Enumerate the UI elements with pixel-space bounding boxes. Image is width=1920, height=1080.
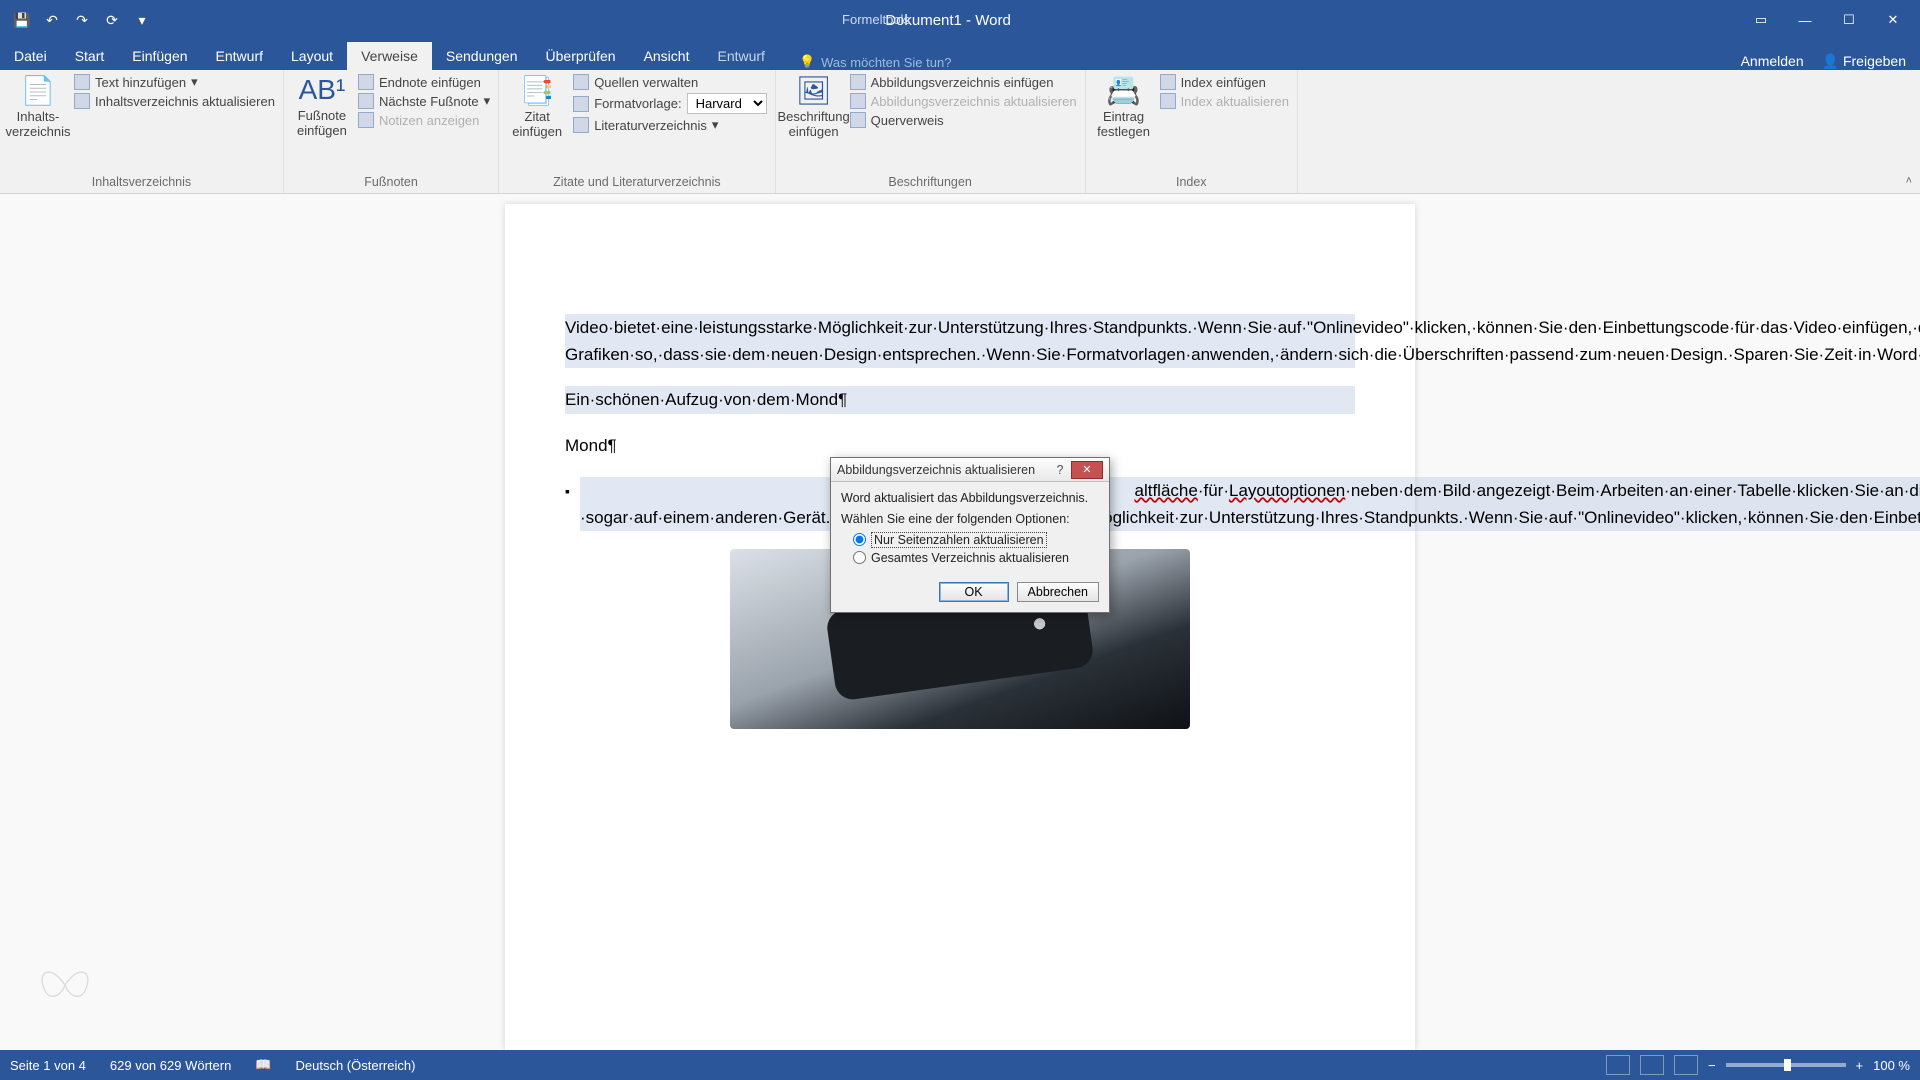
status-page[interactable]: Seite 1 von 4 [10,1058,86,1073]
dialog-body: Word aktualisiert das Abbildungsverzeich… [831,482,1109,576]
status-proofing-icon[interactable]: 📖 [255,1057,271,1073]
zoom-slider[interactable] [1726,1063,1846,1067]
view-print-icon[interactable] [1640,1055,1664,1075]
view-read-icon[interactable] [1606,1055,1630,1075]
modal-backdrop: Abbildungsverzeichnis aktualisieren ? ✕ … [0,0,1920,1080]
zoom-level[interactable]: 100 % [1873,1058,1910,1073]
status-language[interactable]: Deutsch (Österreich) [295,1058,415,1073]
dialog-button-row: OK Abbrechen [831,576,1109,612]
view-web-icon[interactable] [1674,1055,1698,1075]
zoom-out-icon[interactable]: − [1708,1058,1716,1073]
dialog-message-1: Word aktualisiert das Abbildungsverzeich… [841,490,1099,507]
dialog-title: Abbildungsverzeichnis aktualisieren [837,463,1049,477]
radio-input-1[interactable] [853,533,866,546]
status-bar: Seite 1 von 4 629 von 629 Wörtern 📖 Deut… [0,1050,1920,1080]
dialog-close-icon[interactable]: ✕ [1071,461,1103,479]
status-right: − + 100 % [1606,1055,1910,1075]
update-figure-list-dialog: Abbildungsverzeichnis aktualisieren ? ✕ … [830,457,1110,613]
zoom-in-icon[interactable]: + [1856,1058,1864,1073]
status-word-count[interactable]: 629 von 629 Wörtern [110,1058,231,1073]
dialog-help-icon[interactable]: ? [1049,463,1071,477]
radio-page-numbers-only[interactable]: Nur Seitenzahlen aktualisieren [853,532,1099,548]
cancel-button[interactable]: Abbrechen [1017,582,1099,602]
dialog-message-2: Wählen Sie eine der folgenden Optionen: [841,511,1099,528]
ok-button[interactable]: OK [939,582,1009,602]
radio-entire-index[interactable]: Gesamtes Verzeichnis aktualisieren [853,551,1099,565]
dialog-titlebar[interactable]: Abbildungsverzeichnis aktualisieren ? ✕ [831,458,1109,482]
zoom-thumb[interactable] [1784,1059,1791,1071]
radio-input-2[interactable] [853,551,866,564]
